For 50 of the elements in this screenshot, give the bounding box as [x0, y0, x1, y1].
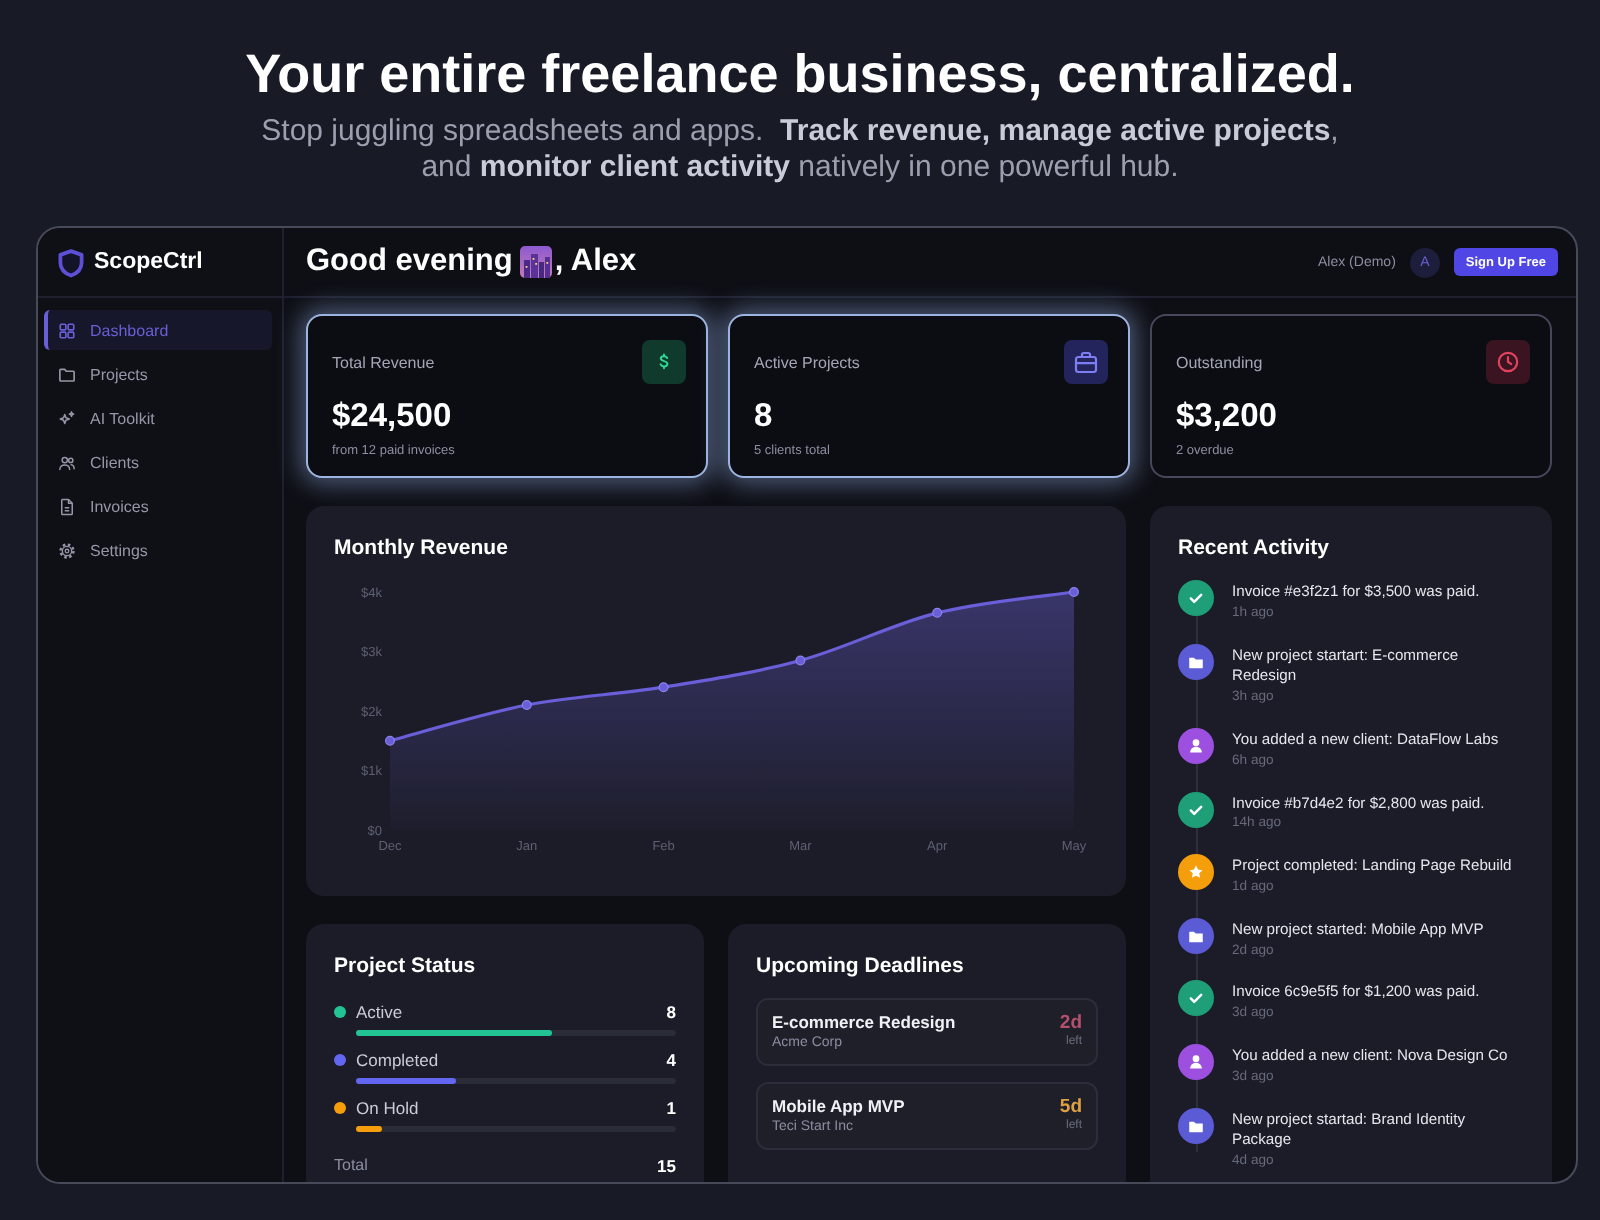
document-icon — [58, 498, 76, 517]
data-point — [658, 682, 669, 693]
card-value: 8 — [754, 396, 775, 436]
status-count: 8 — [666, 1002, 676, 1022]
sparkle-icon — [58, 409, 76, 428]
card-title: Active Projects — [754, 353, 860, 371]
gear-icon — [58, 542, 76, 561]
status-label: Completed — [356, 1050, 439, 1070]
status-label: Active — [356, 1002, 403, 1022]
panel-title: Upcoming Deadlines — [756, 952, 966, 980]
days-left: 5d — [1059, 1096, 1082, 1118]
days-left: 2d — [1059, 1012, 1082, 1034]
card-title: Total Revenue — [332, 353, 435, 371]
city-dusk-icon — [520, 246, 553, 278]
greeting-name: , Alex — [554, 244, 637, 280]
panel-title: Monthly Revenue — [334, 534, 510, 562]
data-point — [1069, 587, 1079, 597]
total-label: Total — [334, 1156, 368, 1176]
status-count: 4 — [666, 1050, 676, 1070]
data-point — [521, 700, 532, 711]
project-name: E-commerce Redesign — [772, 1012, 956, 1034]
panel-title: Recent Activity — [1178, 534, 1331, 562]
subheadline: Stop juggling spreadsheets and apps. Track revenue, manage active projects, and monitor client activity natively in one powerful hub. — [259, 114, 1341, 186]
shield-icon — [56, 247, 86, 277]
nav-item[interactable]: Invoices — [44, 487, 272, 528]
card-title: Outstanding — [1176, 353, 1263, 371]
card-value: $3,200 — [1176, 396, 1279, 436]
data-point — [385, 735, 395, 746]
panel-title: Project Status — [334, 952, 478, 980]
nav-item[interactable]: Projects — [44, 354, 272, 395]
data-point — [932, 607, 943, 618]
project-name: Mobile App MVP — [772, 1096, 905, 1118]
status-label: On Hold — [356, 1098, 419, 1118]
card-value: $24,500 — [332, 396, 454, 436]
brand-name: ScopeCtrl — [94, 250, 203, 274]
nav-item[interactable]: Settings — [44, 531, 272, 572]
clock-icon — [1486, 340, 1530, 384]
data-point — [795, 655, 806, 666]
total-count: 15 — [657, 1156, 676, 1176]
nav-item[interactable]: Dashboard — [44, 310, 272, 350]
nav-item[interactable]: AI Toolkit — [44, 398, 272, 439]
grid-icon — [58, 321, 76, 339]
greeting-text: Good evening — [306, 244, 513, 280]
dollar-icon — [642, 340, 686, 384]
status-count: 1 — [666, 1098, 676, 1118]
users-icon — [58, 454, 76, 473]
headline: Your entire freelance business, centralized. — [243, 44, 1357, 106]
briefcase-icon — [1064, 340, 1108, 384]
nav-item[interactable]: Clients — [44, 443, 272, 484]
folder-icon — [58, 365, 76, 384]
